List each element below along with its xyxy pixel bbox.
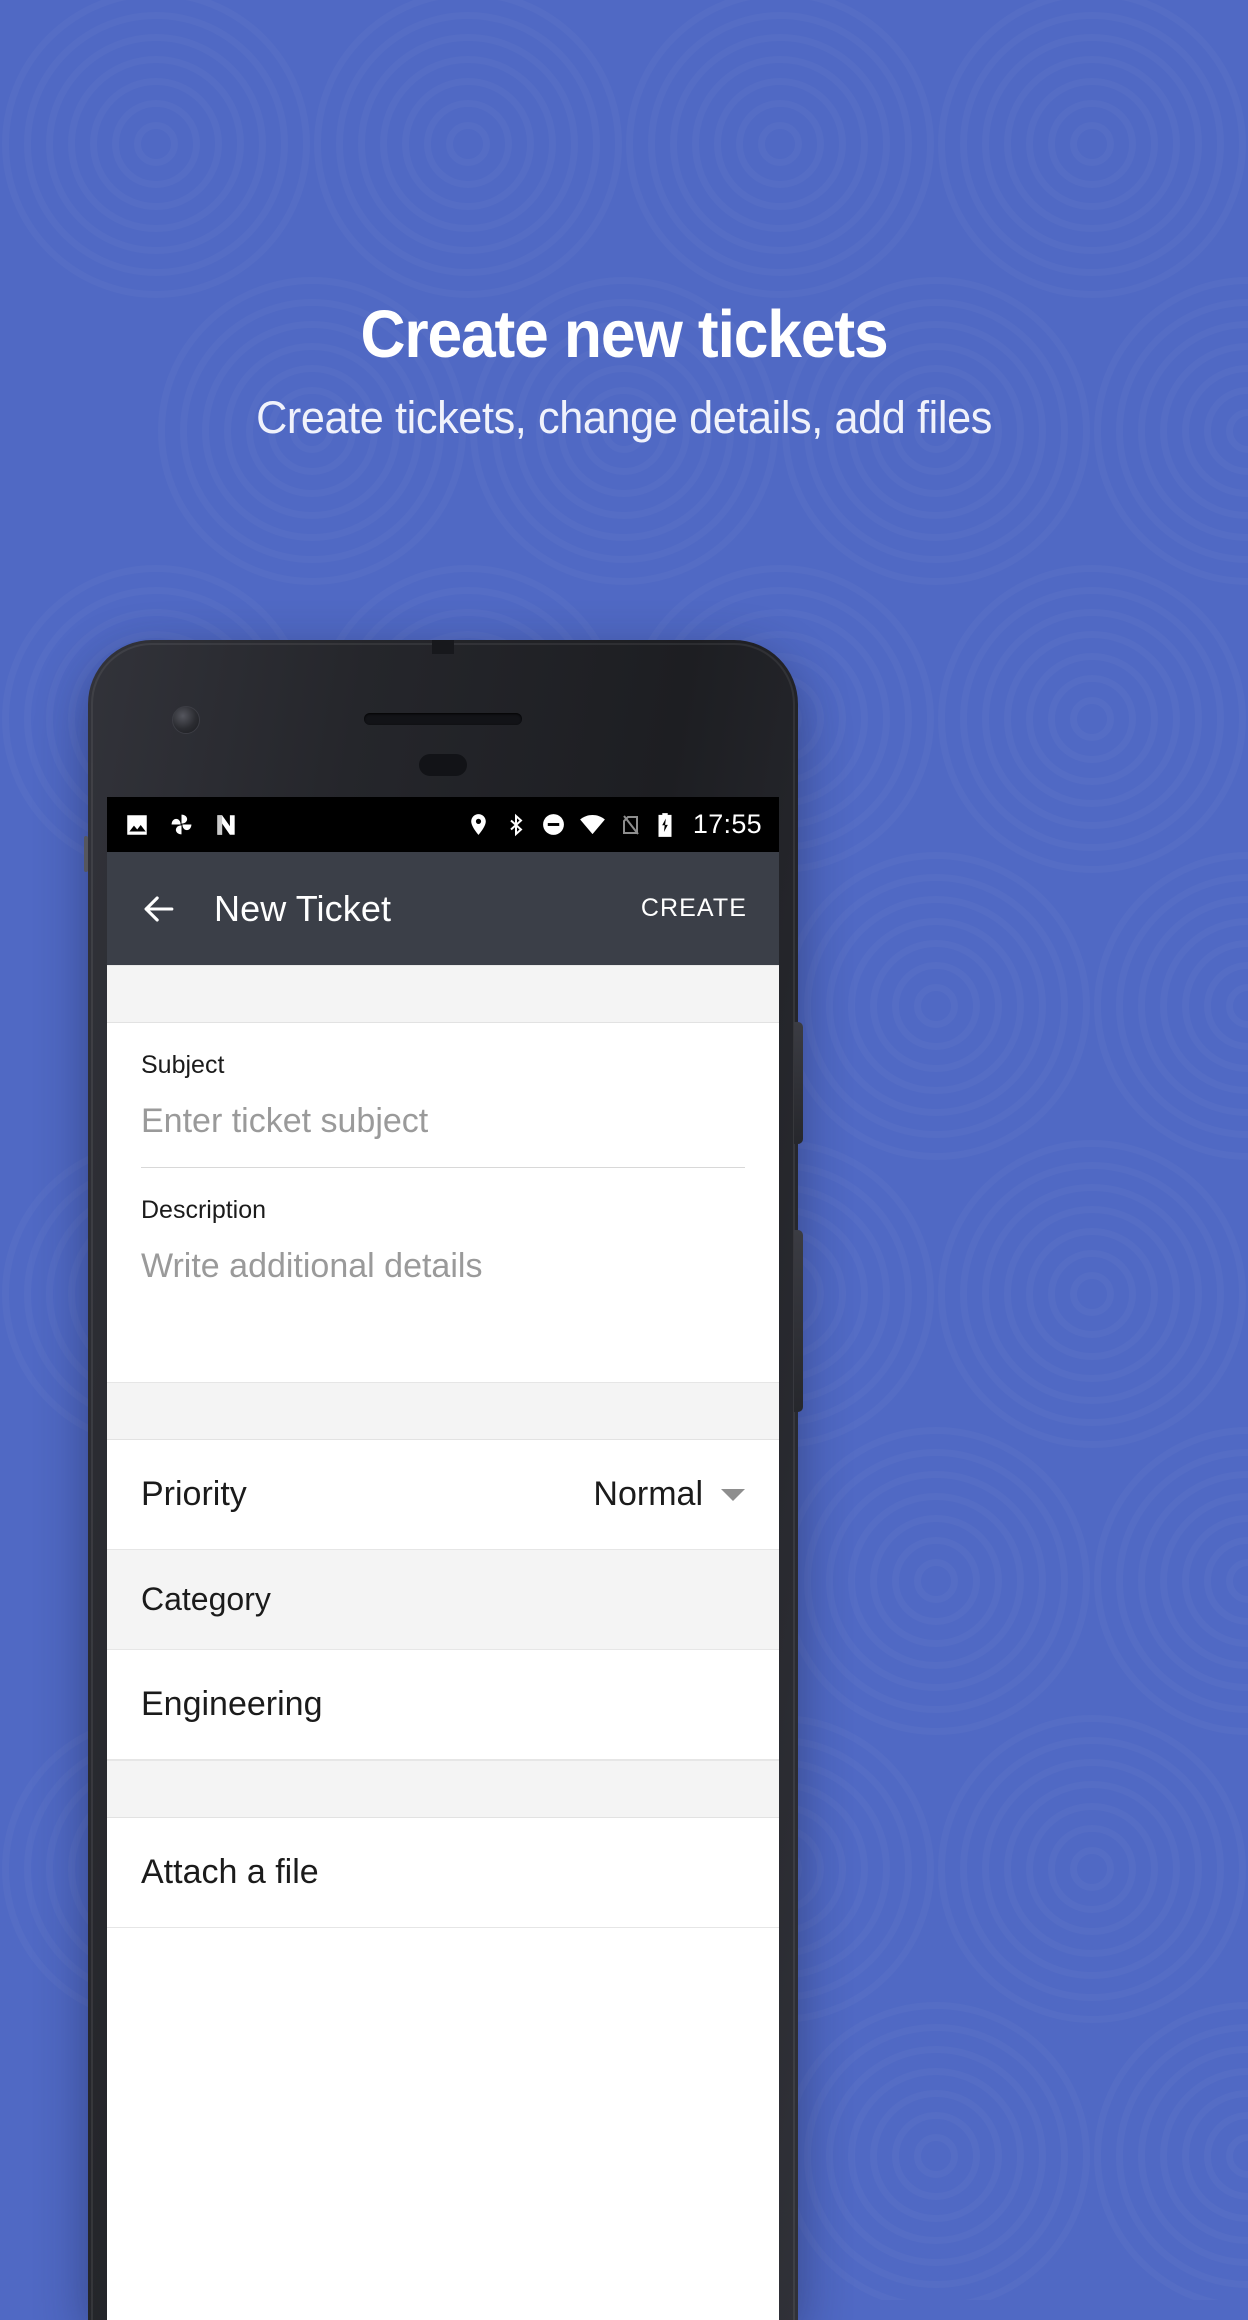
promo-subheadline: Create tickets, change details, add file…	[256, 392, 992, 444]
wifi-icon	[580, 814, 605, 835]
priority-select[interactable]: Normal	[593, 1475, 745, 1514]
image-icon	[127, 814, 147, 835]
attach-file-label: Attach a file	[141, 1853, 319, 1891]
page-title: New Ticket	[214, 887, 392, 929]
description-input[interactable]: Write additional details	[141, 1225, 745, 1382]
priority-label: Priority	[141, 1475, 247, 1513]
phone-screen: 17:55 New Ticket CREATE Subject Enter ti…	[107, 797, 779, 2320]
location-pin-icon	[471, 814, 486, 835]
n-app-icon	[217, 814, 235, 835]
front-camera-icon	[172, 706, 200, 734]
device-antenna-notch	[432, 640, 454, 654]
earpiece-speaker	[364, 713, 522, 725]
promo-headline: Create new tickets	[360, 297, 888, 372]
photos-pinwheel-icon	[171, 814, 192, 835]
category-value: Engineering	[141, 1685, 323, 1723]
promo-text-block: Create new tickets Create tickets, chang…	[0, 297, 1248, 444]
attach-file-row[interactable]: Attach a file	[107, 1818, 779, 1928]
category-label: Category	[141, 1581, 271, 1617]
volume-button[interactable]	[794, 1022, 803, 1144]
status-bar-clock: 17:55	[692, 809, 762, 839]
do-not-disturb-icon	[543, 814, 564, 835]
app-bar: New Ticket CREATE	[107, 852, 779, 965]
create-button[interactable]: CREATE	[633, 882, 755, 935]
power-button[interactable]	[794, 1230, 803, 1412]
form-top-spacer	[107, 965, 779, 1023]
sensor-pill	[419, 754, 467, 776]
status-bar-right-icons: 17:55	[466, 809, 762, 840]
description-field-group: Description Write additional details	[107, 1168, 779, 1382]
device-edge-line-upper	[84, 836, 88, 872]
ticket-form: Subject Enter ticket subject Description…	[107, 965, 779, 1928]
phone-device-mockup: 17:55 New Ticket CREATE Subject Enter ti…	[84, 640, 803, 2320]
chevron-down-icon	[721, 1488, 745, 1501]
battery-charging-icon	[658, 812, 672, 837]
bluetooth-icon	[510, 813, 523, 836]
priority-row[interactable]: Priority Normal	[107, 1440, 779, 1550]
subject-label: Subject	[141, 1051, 225, 1079]
form-section-spacer-2	[107, 1760, 779, 1818]
subject-field-group: Subject Enter ticket subject	[107, 1023, 779, 1168]
form-section-spacer-1	[107, 1382, 779, 1440]
priority-value: Normal	[593, 1475, 703, 1513]
category-row[interactable]: Engineering	[107, 1650, 779, 1760]
no-sim-icon	[622, 814, 639, 835]
category-section-header: Category	[107, 1550, 779, 1650]
status-bar: 17:55	[107, 797, 779, 852]
back-button[interactable]	[131, 881, 187, 937]
description-label: Description	[141, 1196, 267, 1224]
back-arrow-icon	[144, 895, 174, 922]
subject-input[interactable]: Enter ticket subject	[141, 1080, 745, 1167]
status-bar-left-icons	[124, 811, 239, 838]
